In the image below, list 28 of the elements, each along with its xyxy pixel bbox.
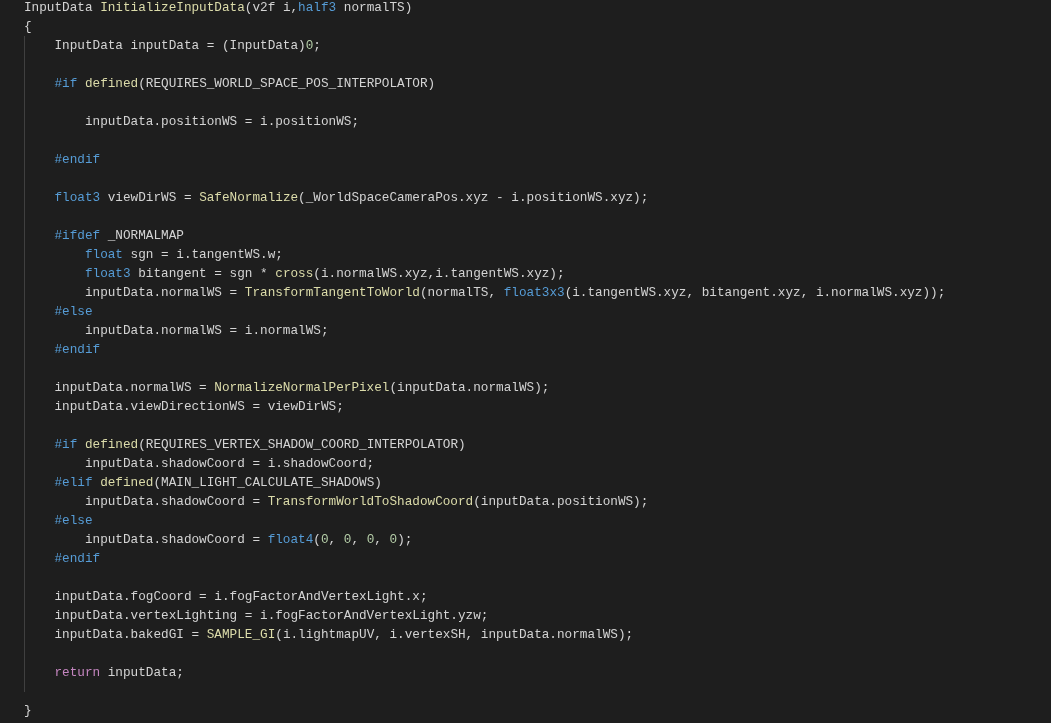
code-line: inputData.normalWS = TransformTangentToWorld(normalTS, float3x3(i.tangentWS.xyz, bitangent.xyz, i.normalWS.xyz)); [83,284,946,302]
code-line: inputData.vertexLighting = i.fogFactorAndVertexLight.yzw; [53,607,489,625]
code-line: InputData InitializeInputData(v2f i,half3 normalTS) [24,0,413,17]
code-line: inputData.shadowCoord = TransformWorldToShadowCoord(inputData.positionWS); [83,493,649,511]
code-line: #if defined(REQUIRES_VERTEX_SHADOW_COORD_INTERPOLATOR) [53,436,466,454]
code-line: #endif [53,341,101,359]
code-line: inputData.bakedGI = SAMPLE_GI(i.lightmapUV, i.vertexSH, inputData.normalWS); [53,626,634,644]
code-line: inputData.shadowCoord = i.shadowCoord; [83,455,375,473]
code-line: inputData.normalWS = i.normalWS; [83,322,329,340]
code-line: return inputData; [53,664,184,682]
code-line: #ifdef _NORMALMAP [53,227,184,245]
code-line: inputData.viewDirectionWS = viewDirWS; [53,398,344,416]
code-line: #endif [53,151,101,169]
code-line: inputData.fogCoord = i.fogFactorAndVertexLight.x; [53,588,428,606]
code-line: InputData inputData = (InputData)0; [53,37,321,55]
code-line: inputData.normalWS = NormalizeNormalPerPixel(inputData.normalWS); [53,379,550,397]
code-line: #if defined(REQUIRES_WORLD_SPACE_POS_INTERPOLATOR) [53,75,436,93]
code-line: #else [53,512,93,530]
code-line: inputData.shadowCoord = float4(0, 0, 0, 0); [83,531,413,549]
code-line: float sgn = i.tangentWS.w; [83,246,283,264]
code-line: #endif [53,550,101,568]
code-line: #else [53,303,93,321]
code-line: float3 bitangent = sgn * cross(i.normalWS.xyz,i.tangentWS.xyz); [83,265,565,283]
code-line: #elif defined(MAIN_LIGHT_CALCULATE_SHADOWS) [53,474,382,492]
code-line: float3 viewDirWS = SafeNormalize(_WorldSpaceCameraPos.xyz - i.positionWS.xyz); [53,189,649,207]
code-line: } [24,702,32,720]
code-line: inputData.positionWS = i.positionWS; [83,113,359,131]
code-line: { [24,18,32,36]
